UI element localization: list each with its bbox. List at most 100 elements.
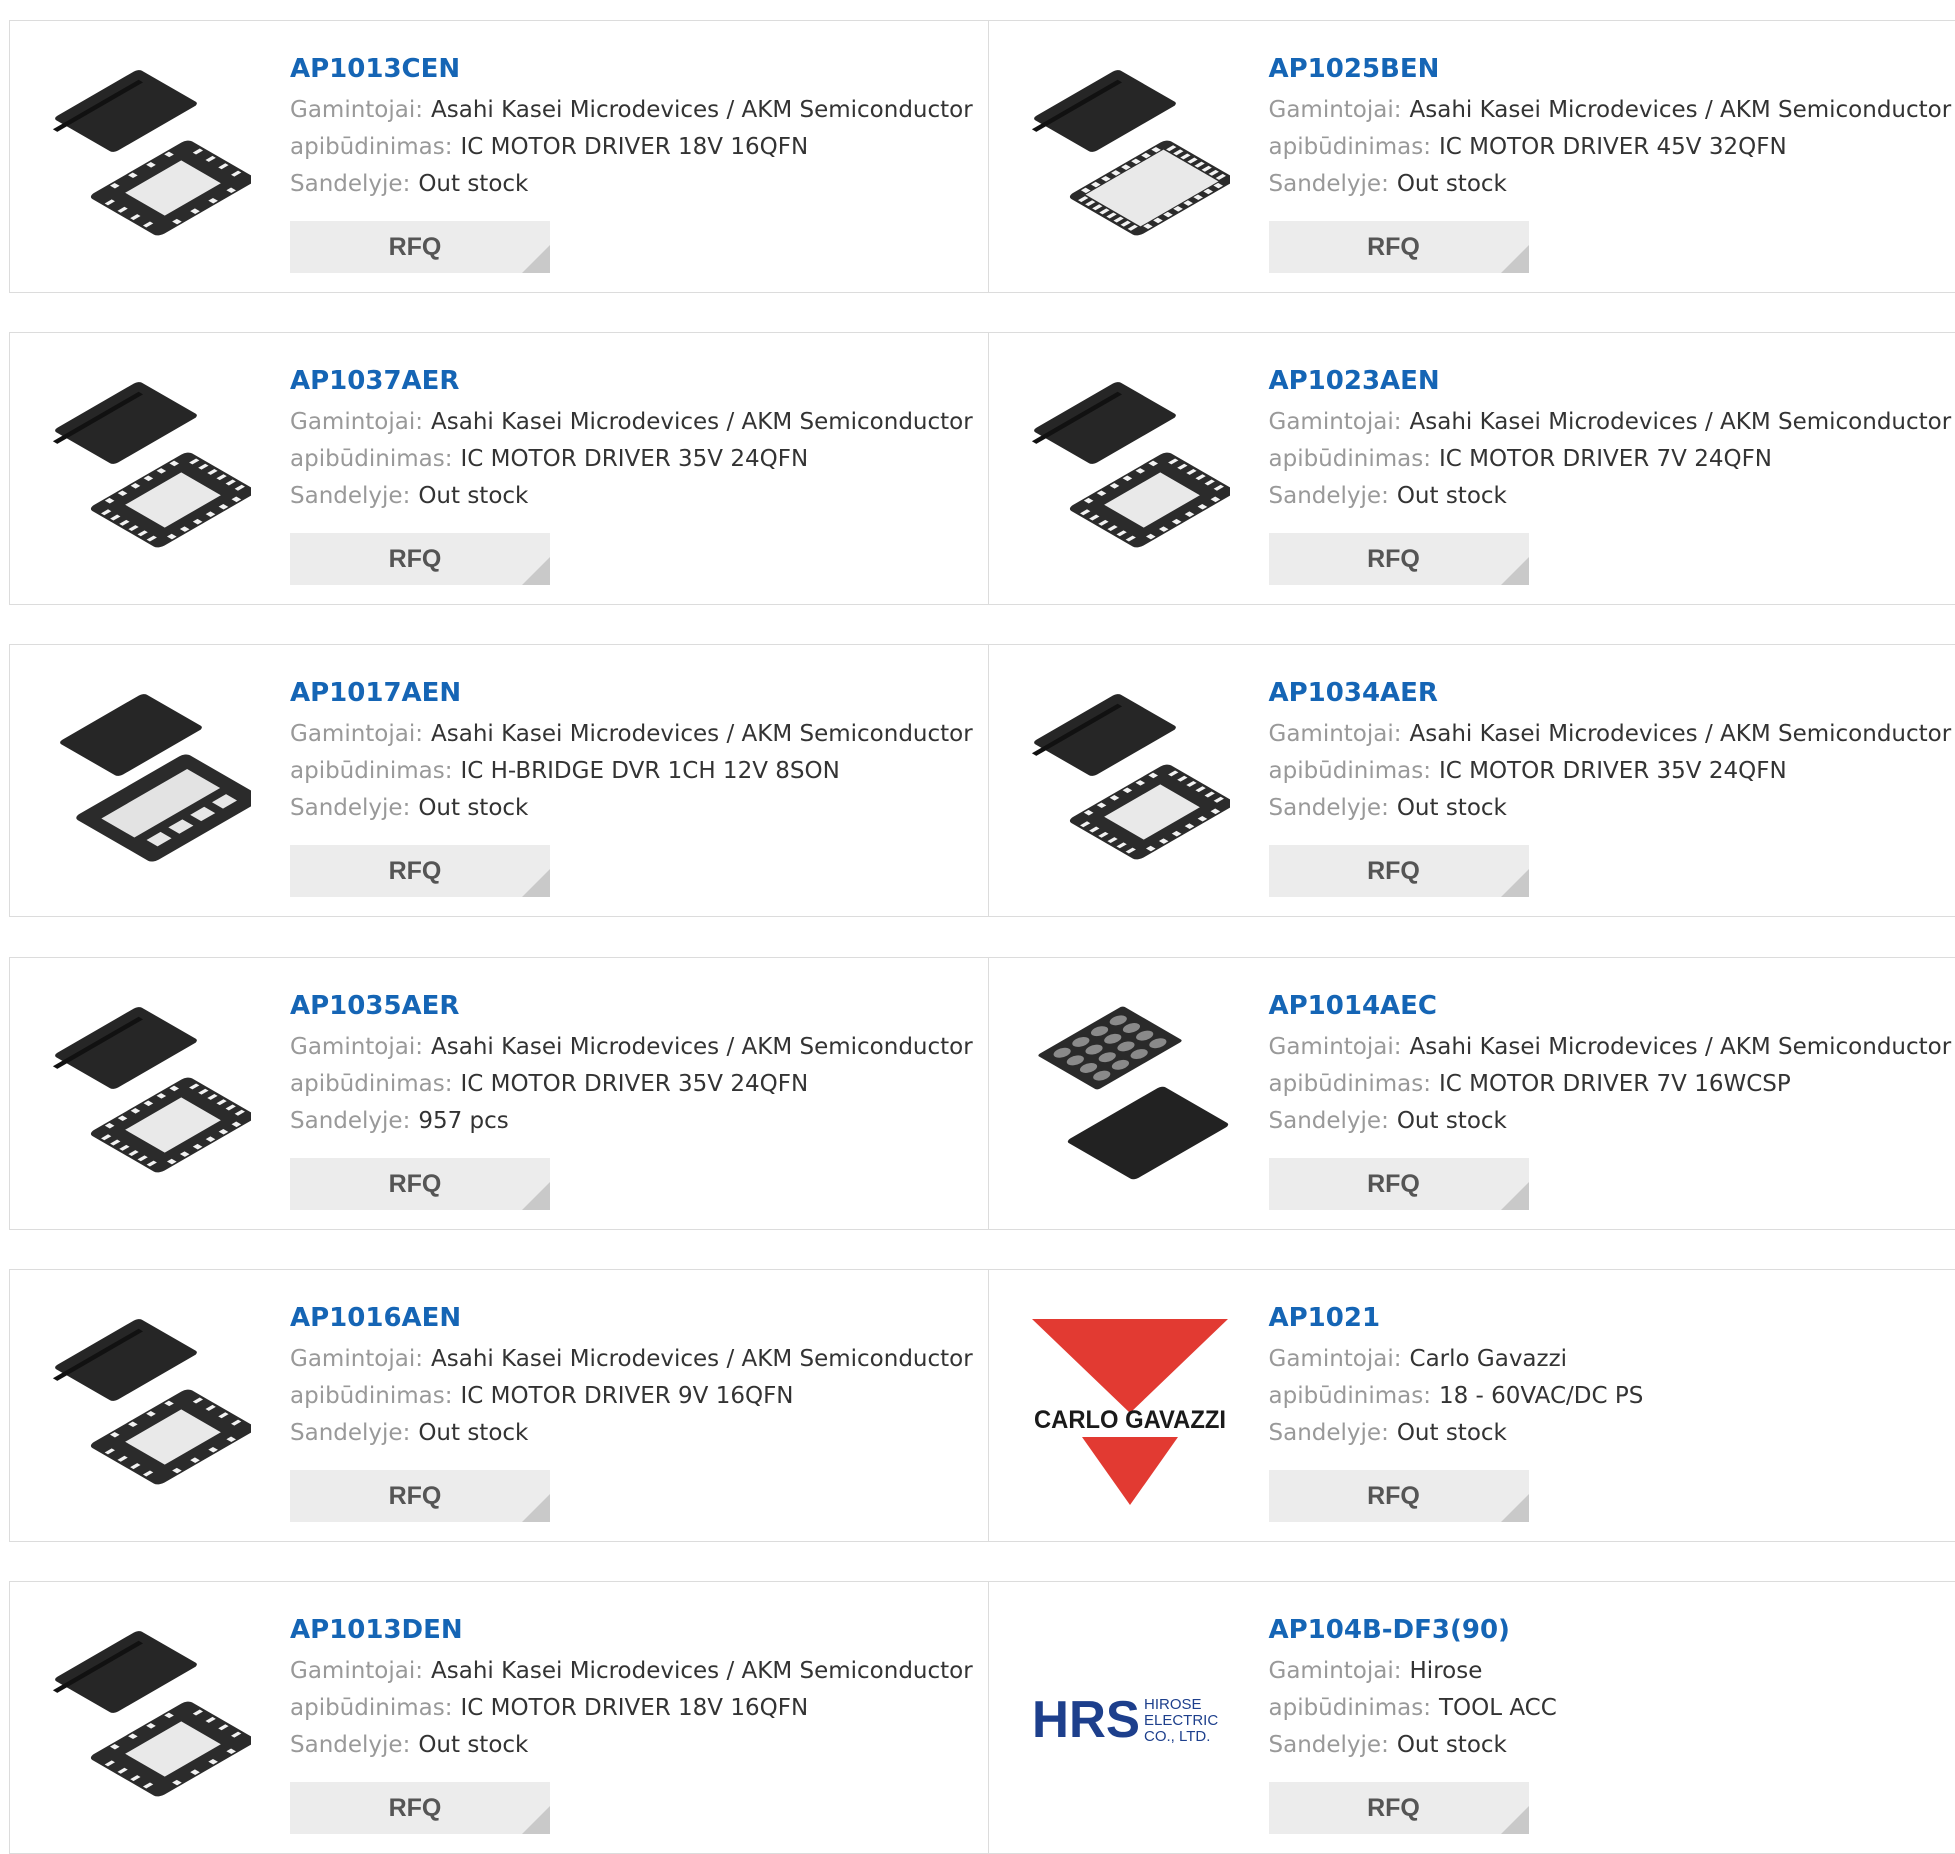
stock-line: Sandelyje:957 pcs — [290, 1103, 973, 1140]
stock-line: Sandelyje:Out stock — [290, 1415, 973, 1452]
manufacturer-label: Gamintojai: — [1269, 409, 1402, 435]
product-card: CARLO GAVAZZI AP1021 Gamintojai:Carlo Ga… — [988, 1270, 1955, 1541]
rfq-button[interactable]: RFQ — [1269, 1158, 1529, 1210]
manufacturer-label: Gamintojai: — [290, 97, 423, 123]
description-value: IC MOTOR DRIVER 7V 24QFN — [1439, 446, 1772, 472]
description-label: apibūdinimas: — [1269, 134, 1431, 160]
product-image[interactable]: CARLO GAVAZZI — [1030, 1305, 1230, 1505]
stock-line: Sandelyje:Out stock — [1269, 478, 1952, 515]
part-number-link[interactable]: AP1014AEC — [1269, 988, 1952, 1024]
product-card: AP1013DEN Gamintojai:Asahi Kasei Microde… — [10, 1582, 988, 1853]
product-info: AP1013CEN Gamintojai:Asahi Kasei Microde… — [290, 51, 973, 203]
part-number-link[interactable]: AP1017AEN — [290, 675, 973, 711]
product-image[interactable] — [51, 56, 251, 256]
manufacturer-value: Asahi Kasei Microdevices / AKM Semicondu… — [1410, 409, 1952, 435]
stock-line: Sandelyje:Out stock — [290, 790, 973, 827]
product-image[interactable] — [1030, 368, 1230, 568]
product-card: AP1016AEN Gamintojai:Asahi Kasei Microde… — [10, 1270, 988, 1541]
manufacturer-label: Gamintojai: — [290, 721, 423, 747]
stock-line: Sandelyje:Out stock — [1269, 1727, 1557, 1764]
rfq-button[interactable]: RFQ — [1269, 1782, 1529, 1834]
rfq-button[interactable]: RFQ — [290, 1158, 550, 1210]
manufacturer-value: Asahi Kasei Microdevices / AKM Semicondu… — [431, 409, 973, 435]
product-image[interactable]: HRS HIROSE ELECTRIC CO., LTD. — [1030, 1617, 1230, 1817]
description-value: IC MOTOR DRIVER 18V 16QFN — [460, 134, 808, 160]
part-number-link[interactable]: AP1023AEN — [1269, 363, 1952, 399]
manufacturer-line: Gamintojai:Asahi Kasei Microdevices / AK… — [1269, 92, 1952, 129]
product-card: AP1035AER Gamintojai:Asahi Kasei Microde… — [10, 958, 988, 1229]
manufacturer-line: Gamintojai: Asahi Kasei Microdevices / AK… — [1269, 404, 1952, 441]
description-value: IC MOTOR DRIVER 35V 24QFN — [1439, 758, 1787, 784]
product-card: AP1013CEN Gamintojai:Asahi Kasei Microde… — [10, 21, 988, 292]
product-info: AP1016AEN Gamintojai:Asahi Kasei Microde… — [290, 1300, 973, 1452]
rfq-label: RFQ — [389, 1170, 442, 1198]
rfq-label: RFQ — [1367, 857, 1420, 885]
hirose-logo: HRS HIROSE ELECTRIC CO., LTD. — [1030, 1617, 1230, 1817]
manufacturer-label: Gamintojai: — [1269, 97, 1402, 123]
part-number-link[interactable]: AP1021 — [1269, 1300, 1644, 1336]
rfq-button[interactable]: RFQ — [290, 533, 550, 585]
stock-value: Out stock — [1397, 483, 1507, 509]
part-number-link[interactable]: AP1025BEN — [1269, 51, 1952, 87]
stock-value: Out stock — [418, 1732, 528, 1758]
product-image[interactable] — [51, 1305, 251, 1505]
manufacturer-value: Asahi Kasei Microdevices / AKM Semicondu… — [1410, 1034, 1952, 1060]
rfq-label: RFQ — [389, 233, 442, 261]
product-info: AP1014AEC Gamintojai:Asahi Kasei Microde… — [1269, 988, 1952, 1140]
part-number-link[interactable]: AP1034AER — [1269, 675, 1952, 711]
rfq-button[interactable]: RFQ — [290, 1782, 550, 1834]
stock-line: Sandelyje:Out stock — [290, 478, 973, 515]
part-number-link[interactable]: AP104B-DF3(90) — [1269, 1612, 1557, 1648]
product-image[interactable] — [1030, 56, 1230, 256]
rfq-button[interactable]: RFQ — [1269, 221, 1529, 273]
manufacturer-line: Gamintojai:Asahi Kasei Microdevices / AK… — [290, 404, 973, 441]
product-image[interactable] — [51, 993, 251, 1193]
product-image[interactable] — [51, 368, 251, 568]
stock-line: Sandelyje:Out stock — [1269, 1103, 1952, 1140]
description-label: apibūdinimas: — [1269, 446, 1431, 472]
description-value: IC MOTOR DRIVER 9V 16QFN — [460, 1383, 793, 1409]
manufacturer-value: Asahi Kasei Microdevices / AKM Semicondu… — [431, 1346, 973, 1372]
part-number-link[interactable]: AP1016AEN — [290, 1300, 973, 1336]
stock-line: Sandelyje:Out stock — [1269, 166, 1952, 203]
description-line: apibūdinimas: IC MOTOR DRIVER 7V 24QFN — [1269, 441, 1952, 478]
rfq-button[interactable]: RFQ — [1269, 533, 1529, 585]
description-label: apibūdinimas: — [290, 134, 452, 160]
manufacturer-line: Gamintojai:Asahi Kasei Microdevices / AK… — [290, 1653, 973, 1690]
product-image[interactable] — [1030, 680, 1230, 880]
product-info: AP1017AEN Gamintojai:Asahi Kasei Microde… — [290, 675, 973, 827]
description-value: IC H-BRIDGE DVR 1CH 12V 8SON — [460, 758, 839, 784]
stock-value: Out stock — [1397, 171, 1507, 197]
description-line: apibūdinimas: IC MOTOR DRIVER 18V 16QFN — [290, 129, 973, 166]
svg-text:HRS: HRS — [1032, 1691, 1140, 1749]
description-label: apibūdinimas: — [1269, 1071, 1431, 1097]
rfq-button[interactable]: RFQ — [290, 221, 550, 273]
rfq-button[interactable]: RFQ — [290, 1470, 550, 1522]
description-line: apibūdinimas:18 - 60VAC/DC PS — [1269, 1378, 1644, 1415]
manufacturer-line: Gamintojai:Asahi Kasei Microdevices / AK… — [290, 92, 973, 129]
stock-label: Sandelyje: — [290, 1732, 410, 1758]
stock-value: Out stock — [1397, 1420, 1507, 1446]
product-card: HRS HIROSE ELECTRIC CO., LTD. AP104B-DF3… — [988, 1582, 1955, 1853]
rfq-label: RFQ — [1367, 233, 1420, 261]
product-image[interactable] — [1030, 993, 1230, 1193]
product-card: AP1034AER Gamintojai:Asahi Kasei Microde… — [988, 645, 1955, 916]
stock-label: Sandelyje: — [1269, 1420, 1389, 1446]
product-image[interactable] — [51, 680, 251, 880]
part-number-link[interactable]: AP1037AER — [290, 363, 973, 399]
wcsp-chip — [1030, 993, 1230, 1193]
rfq-button[interactable]: RFQ — [290, 845, 550, 897]
product-card: AP1014AEC Gamintojai:Asahi Kasei Microde… — [988, 958, 1955, 1229]
product-image[interactable] — [51, 1617, 251, 1817]
part-number-link[interactable]: AP1013CEN — [290, 51, 973, 87]
rfq-button[interactable]: RFQ — [1269, 845, 1529, 897]
rfq-label: RFQ — [389, 1482, 442, 1510]
product-row: AP1017AEN Gamintojai:Asahi Kasei Microde… — [9, 644, 1955, 917]
stock-line: Sandelyje:Out stock — [290, 166, 973, 203]
stock-label: Sandelyje: — [1269, 795, 1389, 821]
product-row: AP1035AER Gamintojai:Asahi Kasei Microde… — [9, 957, 1955, 1230]
rfq-button[interactable]: RFQ — [1269, 1470, 1529, 1522]
part-number-link[interactable]: AP1035AER — [290, 988, 973, 1024]
part-number-link[interactable]: AP1013DEN — [290, 1612, 973, 1648]
description-value: IC MOTOR DRIVER 35V 24QFN — [460, 446, 808, 472]
